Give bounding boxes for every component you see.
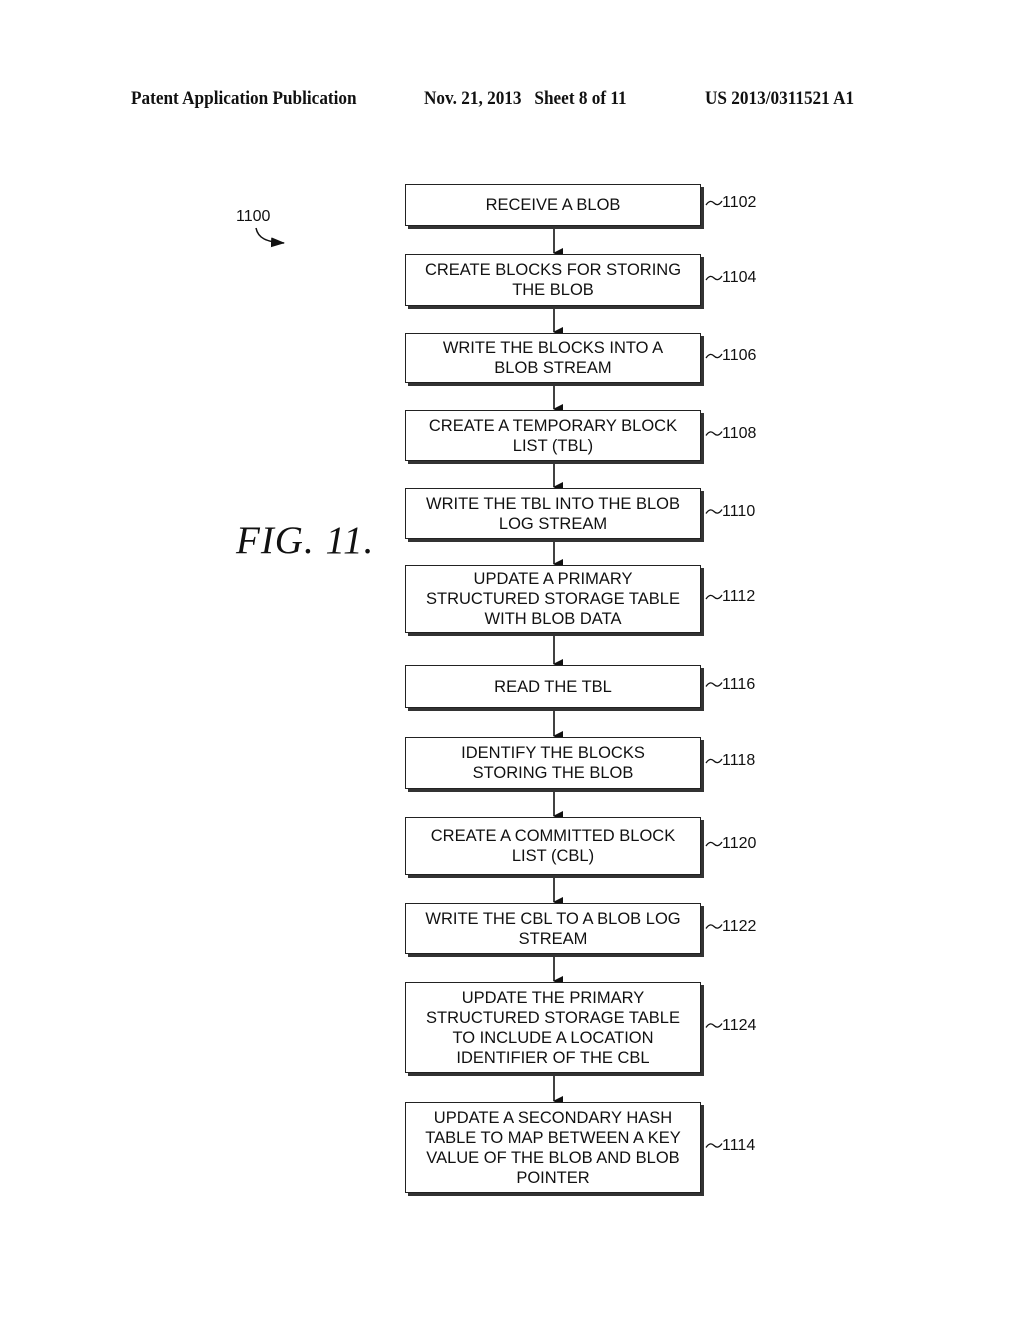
step-ref-number: 1110	[722, 502, 756, 520]
step-ref-number: 1118	[722, 752, 756, 769]
step-text: CREATE A COMMITTED BLOCK LIST (CBL)	[430, 827, 676, 865]
leader-line	[705, 353, 723, 359]
step-ref-number: 1104	[722, 269, 757, 286]
step-text: UPDATE A PRIMARY STRUCTURED STORAGE TABL…	[426, 570, 680, 628]
figure-label: FIG. 11.	[236, 519, 375, 562]
leader-line	[705, 431, 723, 436]
step-box-1122: WRITE THE CBL TO A BLOB LOG STREAM	[405, 903, 701, 954]
step-text: RECEIVE A BLOB	[485, 196, 621, 214]
step-box-1116: READ THE TBL	[405, 665, 701, 708]
step-box-1114: UPDATE A SECONDARY HASH TABLE TO MAP BET…	[405, 1102, 701, 1193]
step-ref-number: 1106	[722, 347, 757, 364]
leader-line	[705, 1023, 723, 1028]
step-ref-number: 1116	[722, 675, 756, 693]
step-ref-number: 1124	[722, 1016, 757, 1034]
step-text: UPDATE A SECONDARY HASH TABLE TO MAP BET…	[425, 1108, 681, 1187]
step-box-1106: WRITE THE BLOCKS INTO A BLOB STREAM	[405, 333, 701, 383]
step-box-1110: WRITE THE TBL INTO THE BLOB LOG STREAM	[405, 488, 701, 539]
step-box-1108: CREATE A TEMPORARY BLOCK LIST (TBL)	[405, 410, 701, 461]
step-text: CREATE BLOCKS FOR STORING THE BLOB	[424, 261, 682, 299]
step-box-1124: UPDATE THE PRIMARY STRUCTURED STORAGE TA…	[405, 982, 701, 1073]
header-publication-type: Patent Application Publication	[131, 89, 357, 109]
step-text: READ THE TBL	[494, 677, 612, 696]
step-ref-number: 1114	[722, 1136, 756, 1154]
figure-reference-number: 1100	[236, 208, 271, 225]
header-date-sheet: Nov. 21, 2013 Sheet 8 of 11	[424, 89, 627, 109]
step-text: UPDATE THE PRIMARY STRUCTURED STORAGE TA…	[426, 988, 680, 1067]
step-text: WRITE THE TBL INTO THE BLOB LOG STREAM	[426, 494, 680, 533]
step-box-1104: CREATE BLOCKS FOR STORING THE BLOB	[405, 254, 701, 306]
step-box-1102: RECEIVE A BLOB	[405, 184, 701, 226]
step-text: WRITE THE CBL TO A BLOB LOG STREAM	[425, 909, 681, 948]
leader-line	[705, 841, 723, 847]
step-box-1118: IDENTIFY THE BLOCKS STORING THE BLOB	[405, 737, 701, 789]
step-text: CREATE A TEMPORARY BLOCK LIST (TBL)	[428, 416, 678, 455]
step-text: IDENTIFY THE BLOCKS STORING THE BLOB	[461, 744, 645, 782]
step-box-1112: UPDATE A PRIMARY STRUCTURED STORAGE TABL…	[405, 565, 701, 633]
leader-line	[705, 924, 723, 929]
leader-line	[705, 200, 723, 206]
leader-line	[705, 1143, 723, 1148]
step-ref-number: 1102	[722, 194, 757, 211]
step-box-1120: CREATE A COMMITTED BLOCK LIST (CBL)	[405, 817, 701, 875]
leader-line	[705, 275, 723, 281]
header-patent-number: US 2013/0311521 A1	[705, 89, 855, 109]
leader-line	[705, 682, 723, 687]
step-ref-number: 1112	[722, 588, 756, 605]
step-ref-number: 1122	[722, 917, 757, 935]
figure-pointer-arrow	[255, 227, 285, 248]
leader-line	[705, 594, 723, 600]
step-text: WRITE THE BLOCKS INTO A BLOB STREAM	[442, 339, 664, 377]
step-ref-number: 1120	[722, 835, 757, 852]
leader-line	[705, 758, 723, 764]
step-ref-number: 1108	[722, 424, 757, 442]
leader-line	[705, 509, 723, 514]
